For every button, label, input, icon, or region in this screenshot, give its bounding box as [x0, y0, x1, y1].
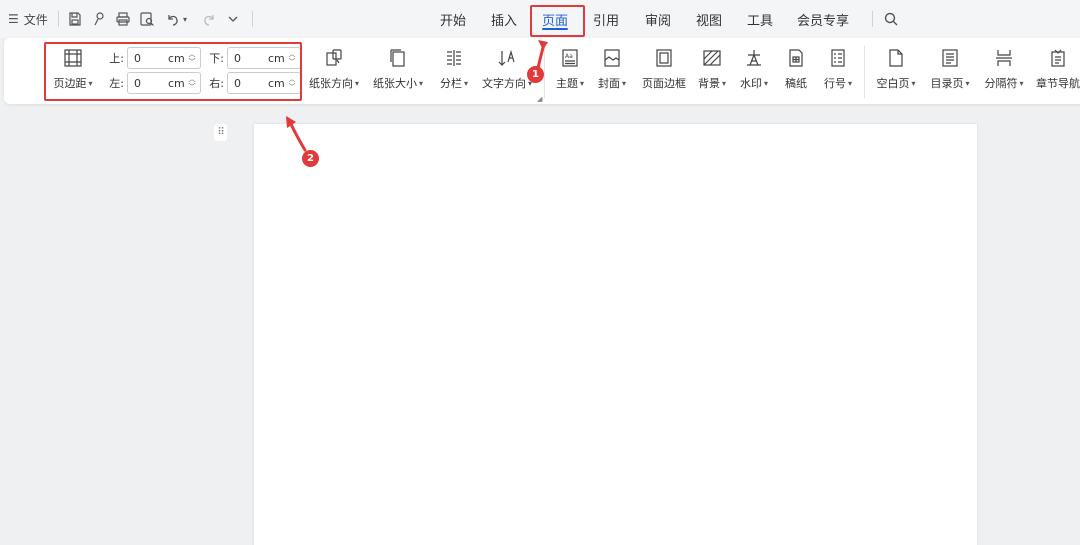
theme-button[interactable]: Aa 主题 ▾ [552, 46, 588, 96]
cover-icon [601, 47, 623, 69]
dialog-launcher-icon[interactable]: ◢ [537, 95, 542, 103]
columns-button[interactable]: 分栏 ▾ [434, 46, 474, 96]
file-menu[interactable]: ☰ 文件 [8, 11, 48, 27]
chevron-down-icon: ▾ [463, 78, 468, 88]
paper-size-icon [387, 47, 409, 69]
blank-page-icon [885, 47, 907, 69]
divider [872, 11, 873, 27]
separator-icon [993, 47, 1015, 69]
chevron-down-icon: ▾ [911, 78, 916, 88]
export-pdf-icon[interactable] [90, 10, 108, 28]
tab-insert[interactable]: 插入 [485, 7, 523, 31]
toc-page-button[interactable]: 目录页 ▾ [926, 46, 974, 96]
blank-page-button[interactable]: 空白页 ▾ [872, 46, 920, 96]
separator-button[interactable]: 分隔符 ▾ [980, 46, 1028, 96]
toc-page-icon [939, 47, 961, 69]
redo-icon [200, 10, 218, 28]
tab-view[interactable]: 视图 [690, 7, 728, 31]
annotation-step-1: 1 [527, 66, 544, 83]
tab-review[interactable]: 审阅 [639, 7, 677, 31]
manuscript-button[interactable]: 稿纸 [780, 46, 812, 96]
drag-handle-icon[interactable]: ⠿ [214, 124, 227, 141]
chevron-down-icon: ▾ [354, 78, 359, 88]
tab-home[interactable]: 开始 [434, 7, 472, 31]
manuscript-icon [785, 47, 807, 69]
background-button[interactable]: 背景 ▾ [694, 46, 730, 96]
divider [544, 46, 545, 98]
divider [252, 11, 253, 27]
file-menu-label: 文件 [23, 12, 48, 27]
undo-dropdown-icon[interactable]: ▾ [180, 10, 190, 28]
paper-size-button[interactable]: 纸张大小 ▾ [370, 46, 426, 96]
line-number-icon [827, 47, 849, 69]
orientation-icon [323, 47, 345, 69]
print-icon[interactable] [114, 10, 132, 28]
annotation-step-2: 2 [302, 150, 319, 167]
tab-tools[interactable]: 工具 [741, 7, 779, 31]
chevron-down-icon: ▾ [418, 78, 423, 88]
document-page[interactable] [254, 124, 977, 545]
page-border-button[interactable]: 页面边框 [638, 46, 690, 96]
annotation-box-margins [44, 42, 302, 101]
cover-button[interactable]: 封面 ▾ [594, 46, 630, 96]
chevron-down-icon: ▾ [847, 78, 852, 88]
watermark-button[interactable]: 水印 ▾ [736, 46, 772, 96]
tab-member[interactable]: 会员专享 [792, 7, 854, 31]
tab-references[interactable]: 引用 [587, 7, 625, 31]
print-preview-icon[interactable] [138, 10, 156, 28]
svg-text:Aa: Aa [565, 53, 573, 60]
hamburger-icon: ☰ [8, 12, 19, 26]
divider [864, 46, 865, 98]
chevron-down-icon: ▾ [579, 78, 584, 88]
chevron-down-icon: ▾ [763, 78, 768, 88]
chevron-down-icon: ▾ [965, 78, 970, 88]
save-icon[interactable] [66, 10, 84, 28]
chapter-nav-button[interactable]: 章节导航 [1032, 46, 1080, 96]
chapter-nav-icon [1047, 47, 1069, 69]
divider [58, 11, 59, 27]
columns-icon [443, 47, 465, 69]
search-icon[interactable] [882, 10, 900, 28]
chevron-down-icon: ▾ [721, 78, 726, 88]
chevron-down-icon: ▾ [1019, 78, 1024, 88]
text-direction-icon [496, 47, 518, 69]
watermark-icon [743, 47, 765, 69]
more-chevron-down-icon[interactable] [224, 10, 242, 28]
chevron-down-icon: ▾ [621, 78, 626, 88]
page-border-icon [653, 47, 675, 69]
theme-icon: Aa [559, 47, 581, 69]
background-icon [701, 47, 723, 69]
line-number-button[interactable]: 行号 ▾ [820, 46, 856, 96]
annotation-box-page-tab [530, 5, 585, 37]
orientation-button[interactable]: 纸张方向 ▾ [306, 46, 362, 96]
